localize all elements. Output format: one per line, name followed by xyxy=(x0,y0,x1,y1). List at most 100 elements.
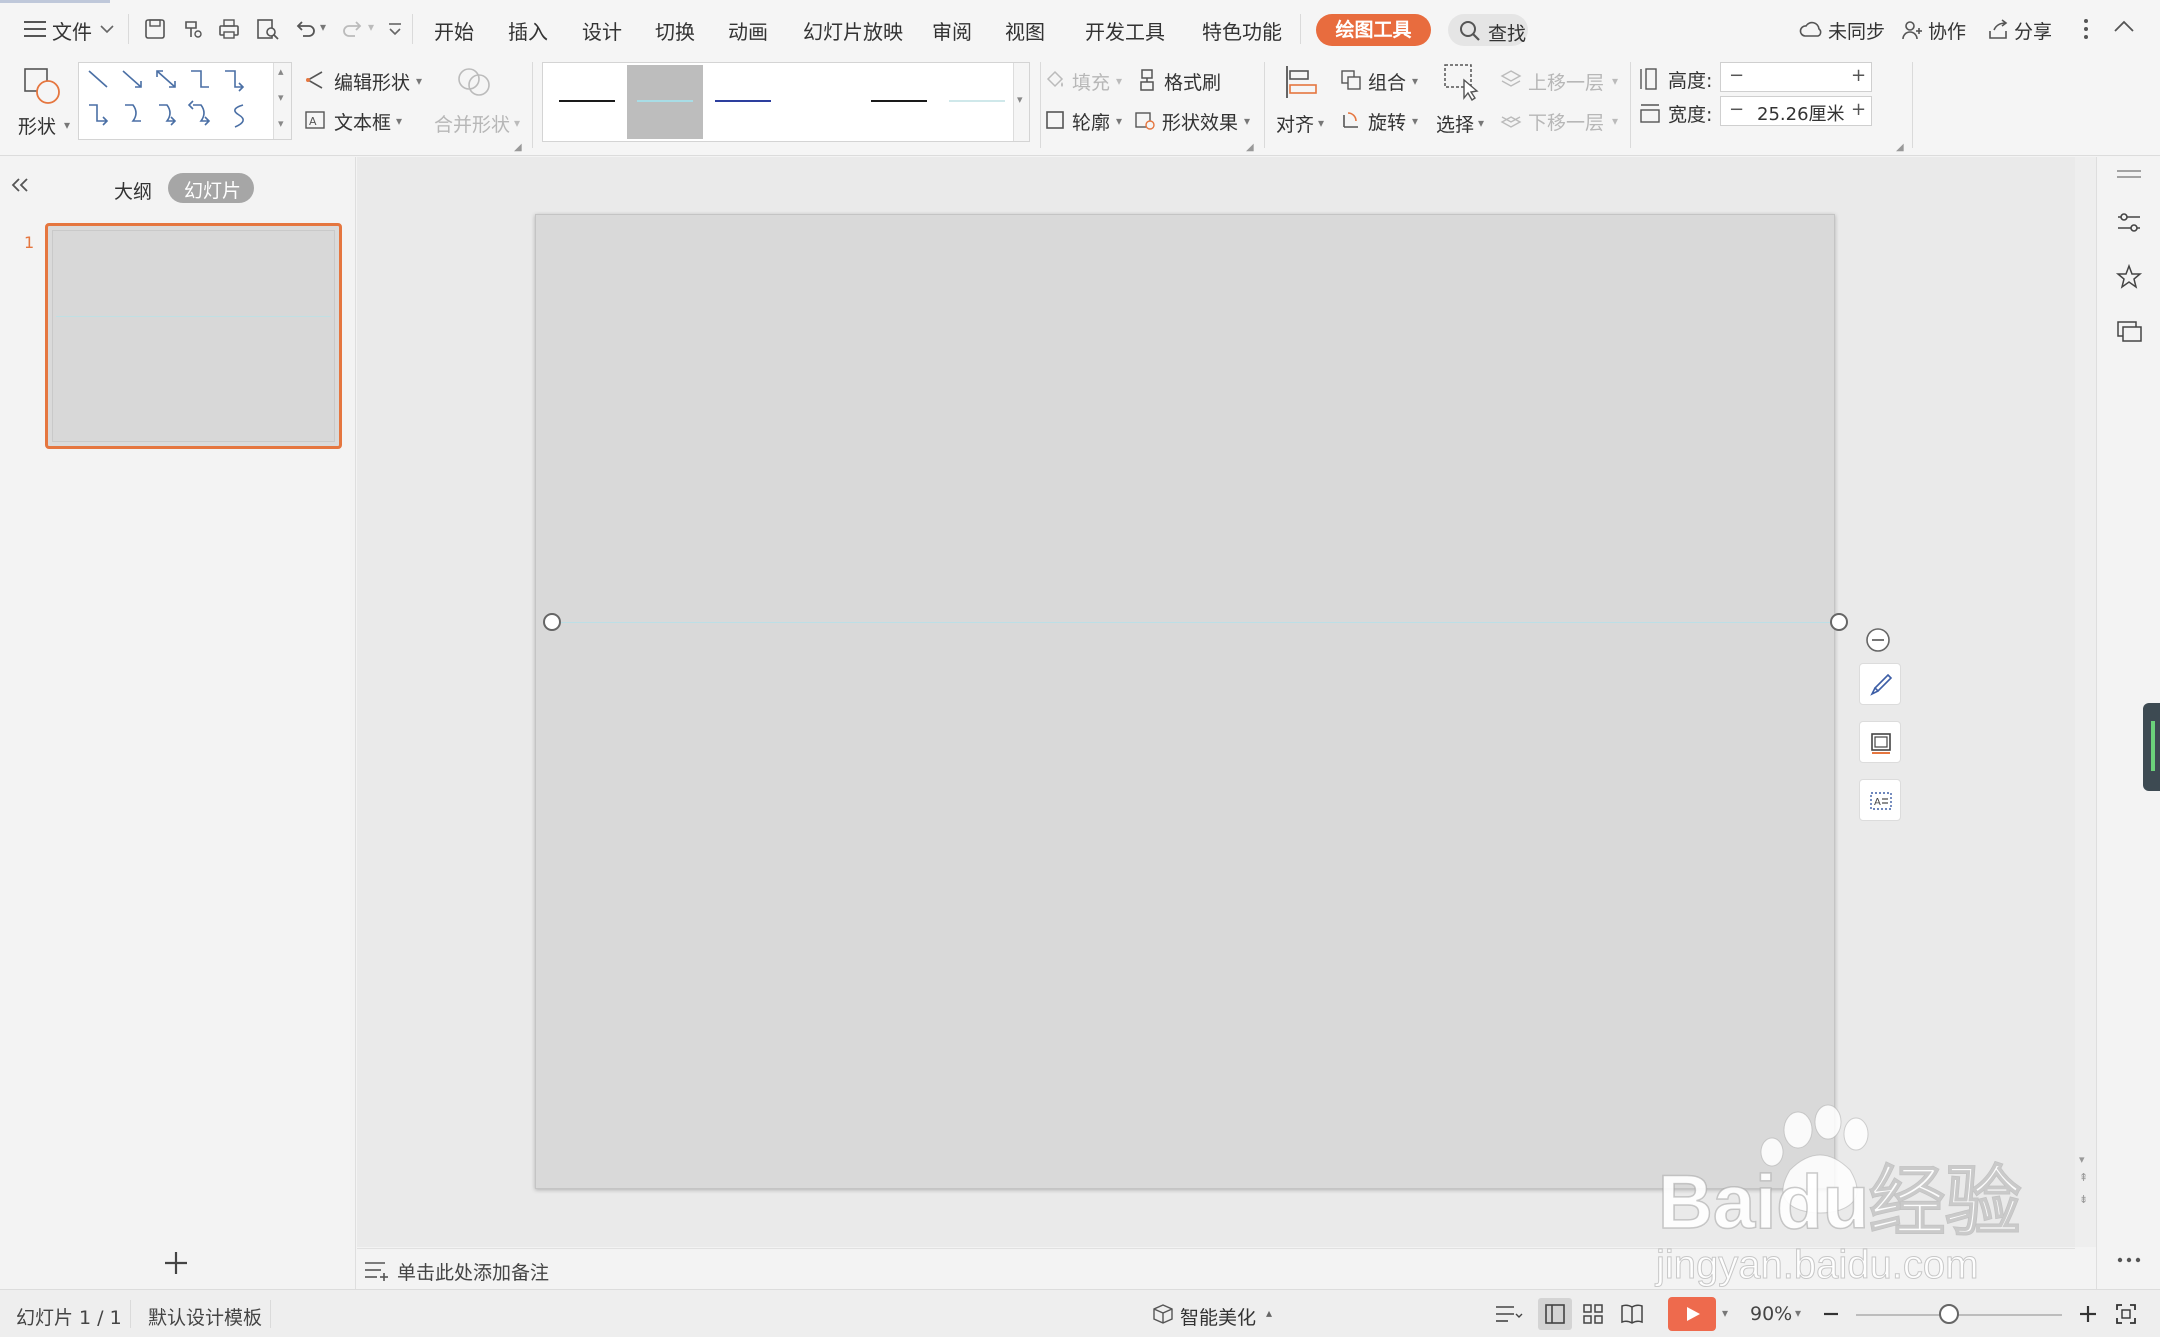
scroll-down-icon[interactable]: ▾ xyxy=(2079,1153,2085,1166)
scroll-down-icon[interactable]: ▾ xyxy=(278,91,284,104)
width-decrement-button[interactable]: − xyxy=(1729,99,1744,120)
float-style-button[interactable] xyxy=(1859,663,1901,705)
merge-shape-button[interactable]: 合并形状 ▾ xyxy=(432,60,522,144)
template-name[interactable]: 默认设计模板 xyxy=(148,1303,262,1330)
selected-line-shape[interactable] xyxy=(552,622,1839,623)
group-button[interactable]: 组合 ▾ xyxy=(1340,66,1426,96)
more-options-icon[interactable] xyxy=(2076,16,2096,42)
height-increment-button[interactable]: + xyxy=(1851,65,1866,86)
collapse-panel-icon[interactable] xyxy=(10,177,30,193)
reading-view-icon[interactable] xyxy=(1620,1303,1644,1325)
play-slideshow-button[interactable] xyxy=(1668,1297,1716,1331)
line-end-handle[interactable] xyxy=(1830,613,1848,631)
save-icon[interactable] xyxy=(140,14,170,44)
tab-drawing-tools[interactable]: 绘图工具 xyxy=(1316,14,1431,46)
slide-thumbnail[interactable] xyxy=(45,223,342,449)
tab-slides[interactable]: 幻灯片 xyxy=(168,173,254,203)
sidebar-menu-icon[interactable] xyxy=(2115,167,2143,181)
align-button[interactable]: 对齐 ▾ xyxy=(1274,60,1330,144)
width-input[interactable]: 25.26厘米 xyxy=(1757,100,1845,126)
grid-view-icon[interactable] xyxy=(1582,1303,1604,1325)
line-start-handle[interactable] xyxy=(543,613,561,631)
tab-special-features[interactable]: 特色功能 xyxy=(1202,16,1282,45)
tab-slideshow[interactable]: 幻灯片放映 xyxy=(803,16,903,45)
format-painter-quick-icon[interactable] xyxy=(178,14,208,44)
tab-outline[interactable]: 大纲 xyxy=(114,177,152,204)
smart-beautify-button[interactable]: 智能美化 ▴ xyxy=(1150,1298,1280,1330)
format-painter-button[interactable]: 格式刷 xyxy=(1136,66,1236,96)
properties-icon[interactable] xyxy=(2115,209,2143,237)
file-menu-button[interactable]: 文件 xyxy=(20,12,120,46)
print-icon[interactable] xyxy=(214,14,244,44)
bring-forward-button[interactable]: 上移一层 ▾ xyxy=(1500,66,1622,96)
zoom-level[interactable]: 90% xyxy=(1750,1303,1792,1325)
line-shape-gallery[interactable]: ▴ ▾ ▾ xyxy=(78,62,292,140)
share-button[interactable]: 分享 xyxy=(1984,14,2064,46)
tab-insert[interactable]: 插入 xyxy=(508,16,548,45)
dialog-launcher-icon[interactable]: ◢ xyxy=(514,142,522,153)
send-backward-button[interactable]: 下移一层 ▾ xyxy=(1500,106,1622,136)
print-preview-icon[interactable] xyxy=(252,14,282,44)
vertical-scrollbar[interactable]: ▾ ⇞ ⇟ xyxy=(2075,157,2096,1247)
edit-shape-button[interactable]: 编辑形状 ▾ xyxy=(304,66,424,96)
line-style-swatch[interactable] xyxy=(939,65,1015,139)
shape-button[interactable]: 形状 ▾ xyxy=(12,64,72,144)
line-style-swatch[interactable] xyxy=(705,65,781,139)
normal-view-button[interactable] xyxy=(1538,1298,1572,1330)
textbox-button[interactable]: A 文本框 ▾ xyxy=(304,106,414,136)
more-dots-icon[interactable] xyxy=(2115,1255,2143,1265)
rotate-button[interactable]: 旋转 ▾ xyxy=(1340,106,1426,136)
shape-style-gallery[interactable]: ▾ xyxy=(542,62,1030,142)
tab-review[interactable]: 审阅 xyxy=(932,16,972,45)
notes-bar[interactable]: 单击此处添加备注 xyxy=(357,1248,2075,1289)
zoom-slider-track[interactable] xyxy=(1856,1314,2062,1316)
dialog-launcher-icon[interactable]: ◢ xyxy=(1246,142,1254,153)
play-dropdown-icon[interactable]: ▾ xyxy=(1722,1306,1728,1320)
tab-developer[interactable]: 开发工具 xyxy=(1085,16,1165,45)
minus-circle-icon[interactable] xyxy=(1865,627,1891,653)
zoom-slider-thumb[interactable] xyxy=(1938,1304,1959,1324)
shape-effects-button[interactable]: 形状效果 ▾ xyxy=(1134,106,1258,136)
undo-icon[interactable] xyxy=(290,14,320,44)
customize-toolbar-icon[interactable] xyxy=(380,14,410,44)
tab-transitions[interactable]: 切换 xyxy=(655,16,695,45)
line-style-swatch[interactable] xyxy=(783,65,859,139)
gallery-scroll[interactable]: ▾ xyxy=(1013,63,1029,141)
line-style-swatch[interactable] xyxy=(549,65,625,139)
collaborate-button[interactable]: 协作 xyxy=(1898,14,1978,46)
float-fill-button[interactable] xyxy=(1859,721,1901,763)
search-button[interactable]: 查找 xyxy=(1448,14,1528,46)
tab-home[interactable]: 开始 xyxy=(434,16,474,45)
width-increment-button[interactable]: + xyxy=(1851,99,1866,120)
fill-button[interactable]: 填充 ▾ xyxy=(1044,66,1132,96)
notes-toggle-icon[interactable] xyxy=(1494,1302,1524,1326)
tab-animations[interactable]: 动画 xyxy=(728,16,768,45)
select-button[interactable]: 选择 ▾ xyxy=(1434,60,1490,144)
line-style-swatch[interactable] xyxy=(627,65,703,139)
tab-design[interactable]: 设计 xyxy=(582,16,622,45)
dialog-launcher-icon[interactable]: ◢ xyxy=(1896,142,1904,153)
collapse-ribbon-icon[interactable] xyxy=(2112,18,2136,34)
scroll-up-icon[interactable]: ▴ xyxy=(278,65,284,78)
gallery-expand-icon[interactable]: ▾ xyxy=(278,117,284,130)
outline-button[interactable]: 轮廓 ▾ xyxy=(1044,106,1132,136)
add-slide-icon[interactable] xyxy=(162,1249,190,1277)
gallery-scroll[interactable]: ▴ ▾ ▾ xyxy=(273,63,291,139)
tab-view[interactable]: 视图 xyxy=(1005,16,1045,45)
zoom-dropdown-icon[interactable]: ▾ xyxy=(1795,1306,1801,1320)
side-widget-tab[interactable] xyxy=(2143,703,2160,791)
zoom-out-icon[interactable] xyxy=(1822,1306,1840,1322)
zoom-in-icon[interactable] xyxy=(2078,1304,2098,1324)
line-style-swatch[interactable] xyxy=(861,65,937,139)
height-decrement-button[interactable]: − xyxy=(1729,65,1744,86)
sync-button[interactable]: 未同步 xyxy=(1796,14,1886,46)
slide-canvas[interactable] xyxy=(535,214,1835,1189)
gallery-expand-icon[interactable]: ▾ xyxy=(1017,93,1023,106)
fit-to-window-icon[interactable] xyxy=(2114,1302,2138,1326)
float-text-button[interactable]: A xyxy=(1859,779,1901,821)
animation-star-icon[interactable] xyxy=(2115,263,2143,291)
next-slide-icon[interactable]: ⇟ xyxy=(2079,1193,2088,1206)
previous-slide-icon[interactable]: ⇞ xyxy=(2079,1171,2088,1184)
redo-icon[interactable] xyxy=(338,14,368,44)
slide-transition-icon[interactable] xyxy=(2115,317,2143,345)
